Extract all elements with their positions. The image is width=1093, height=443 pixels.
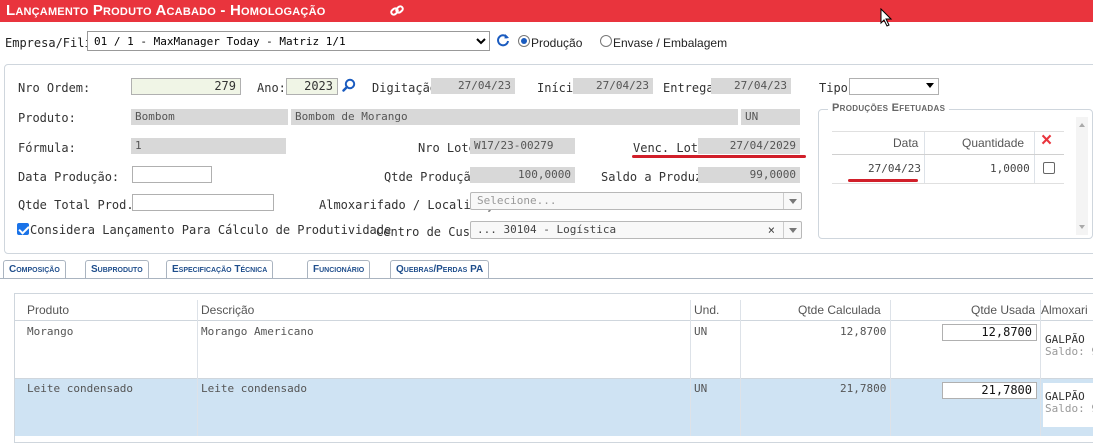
producoes-row-line bbox=[832, 183, 1064, 184]
grid-col-sep bbox=[740, 300, 741, 436]
producoes-scrollbar[interactable] bbox=[1076, 117, 1088, 235]
producoes-data-highlight bbox=[848, 179, 918, 182]
title-bar: Lançamento Produto Acabado - Homologação bbox=[0, 0, 1093, 22]
grid-col-sep bbox=[1040, 300, 1041, 436]
formula-label: Fórmula: bbox=[18, 141, 76, 155]
saldo-value: 99,0000 bbox=[698, 167, 800, 183]
radio-envase[interactable] bbox=[600, 35, 612, 47]
clear-icon[interactable]: × bbox=[768, 222, 775, 238]
producoes-row-checkbox[interactable] bbox=[1043, 162, 1055, 174]
producoes-divider bbox=[832, 131, 1064, 132]
chevron-down-icon[interactable] bbox=[783, 193, 801, 209]
mouse-cursor-icon bbox=[880, 8, 893, 27]
cell-descricao: Morango Americano bbox=[201, 325, 314, 338]
table-row[interactable] bbox=[15, 321, 1093, 378]
formula-value: 1 bbox=[131, 138, 286, 154]
centro-select[interactable]: ... 30104 - Logística × bbox=[470, 221, 802, 239]
qtde-usada-input[interactable]: 21,7800 bbox=[942, 382, 1037, 399]
scroll-up-icon[interactable] bbox=[1079, 123, 1085, 127]
entrega-value: 27/04/23 bbox=[711, 78, 791, 94]
cell-produto: Leite condensado bbox=[27, 382, 133, 395]
nro-ordem-label: Nro Ordem: bbox=[18, 81, 91, 95]
cell-qtde-calculada: 21,7800 bbox=[840, 382, 887, 395]
producoes-title: Produções Efetuadas bbox=[828, 102, 950, 114]
cell-saldo: Saldo: 99 bbox=[1045, 402, 1093, 415]
tab-composicao[interactable]: Composição bbox=[3, 260, 66, 279]
grid-header-qtde-calculada: Qtde Calculada bbox=[798, 303, 881, 317]
tab-especificacao-tecnica[interactable]: Especificação Técnica bbox=[166, 260, 274, 279]
data-producao-input[interactable] bbox=[132, 166, 212, 183]
nro-ordem-input[interactable]: 279 bbox=[131, 78, 241, 95]
tab-funcionario[interactable]: Funcionário bbox=[307, 260, 371, 279]
link-icon[interactable] bbox=[390, 4, 404, 18]
radio-producao-label: Produção bbox=[531, 36, 583, 50]
producoes-row-quantidade: 1,0000 bbox=[990, 162, 1030, 175]
qtde-usada-input[interactable]: 12,8700 bbox=[942, 324, 1037, 341]
considera-label: Considera Lançamento Para Cálculo de Pro… bbox=[30, 223, 392, 237]
venc-lote-highlight bbox=[632, 155, 806, 158]
tipo-select[interactable] bbox=[849, 78, 939, 95]
chevron-down-icon[interactable] bbox=[783, 222, 801, 238]
venc-lote-value: 27/04/2029 bbox=[698, 138, 800, 154]
produto-descricao: Bombom de Morango bbox=[291, 109, 738, 125]
grid-col-sep bbox=[890, 300, 891, 436]
ano-label: Ano: bbox=[257, 81, 286, 95]
producoes-efetuadas-panel bbox=[818, 109, 1093, 239]
grid-col-sep bbox=[197, 300, 198, 436]
almox-select[interactable]: Selecione... bbox=[470, 192, 802, 210]
empresa-select[interactable]: 01 / 1 - MaxManager Today - Matriz 1/1 bbox=[87, 31, 490, 51]
cell-produto: Morango bbox=[27, 325, 74, 338]
tab-underline bbox=[0, 278, 1093, 279]
page-title: Lançamento Produto Acabado - Homologação bbox=[6, 2, 326, 19]
table-row-selected[interactable] bbox=[15, 379, 1093, 436]
cell-und: UN bbox=[694, 325, 708, 338]
tab-subproduto[interactable]: Subproduto bbox=[85, 260, 149, 279]
radio-envase-label: Envase / Embalagem bbox=[613, 36, 728, 50]
cell-und: UN bbox=[694, 382, 708, 395]
inicio-value: 27/04/23 bbox=[573, 78, 653, 94]
produto-unidade: UN bbox=[741, 109, 800, 125]
qtde-total-input[interactable] bbox=[132, 194, 274, 211]
grid-header-produto: Produto bbox=[27, 303, 70, 317]
grid-header-almoxarifado: Almoxari bbox=[1041, 303, 1088, 317]
producoes-row-data: 27/04/23 bbox=[868, 162, 921, 175]
cell-saldo: Saldo: 99 bbox=[1045, 345, 1093, 358]
grid-header-und: Und. bbox=[694, 303, 720, 317]
produto-codigo: Bombom bbox=[131, 109, 288, 125]
data-producao-label: Data Produção: bbox=[18, 170, 120, 184]
producoes-col-sep bbox=[1034, 132, 1035, 184]
grid-col-sep bbox=[690, 300, 691, 436]
search-icon[interactable] bbox=[342, 78, 356, 92]
grid-header-descricao: Descrição bbox=[201, 303, 255, 317]
considera-checkbox[interactable] bbox=[17, 223, 29, 235]
grid-header-qtde-usada: Qtde Usada bbox=[971, 303, 1036, 317]
refresh-icon[interactable] bbox=[496, 33, 510, 47]
qtde-total-label: Qtde Total Prod.: bbox=[18, 198, 141, 212]
nro-lote-value: W17/23-00279 bbox=[470, 138, 575, 154]
delete-icon[interactable]: × bbox=[1041, 130, 1052, 152]
radio-producao[interactable] bbox=[518, 35, 530, 47]
digitacao-value: 27/04/23 bbox=[431, 78, 515, 94]
centro-value: ... 30104 - Logística bbox=[477, 223, 617, 236]
scroll-down-icon[interactable] bbox=[1079, 225, 1085, 229]
ano-input[interactable]: 2023 bbox=[286, 78, 338, 95]
chevron-down-icon bbox=[926, 83, 934, 88]
producoes-col-sep bbox=[924, 132, 925, 184]
producoes-col-quantidade: Quantidade bbox=[962, 136, 1025, 150]
cell-qtde-calculada: 12,8700 bbox=[840, 325, 887, 338]
producoes-header-line bbox=[832, 154, 1064, 155]
grid-row-line bbox=[15, 378, 1093, 379]
cell-descricao: Leite condensado bbox=[201, 382, 307, 395]
produto-label: Produto: bbox=[18, 111, 76, 125]
qtde-producao-value: 100,0000 bbox=[470, 167, 575, 183]
tab-quebras-perdas[interactable]: Quebras/Perdas PA bbox=[390, 260, 490, 279]
producoes-col-data: Data bbox=[893, 136, 919, 150]
almox-placeholder: Selecione... bbox=[477, 194, 557, 207]
